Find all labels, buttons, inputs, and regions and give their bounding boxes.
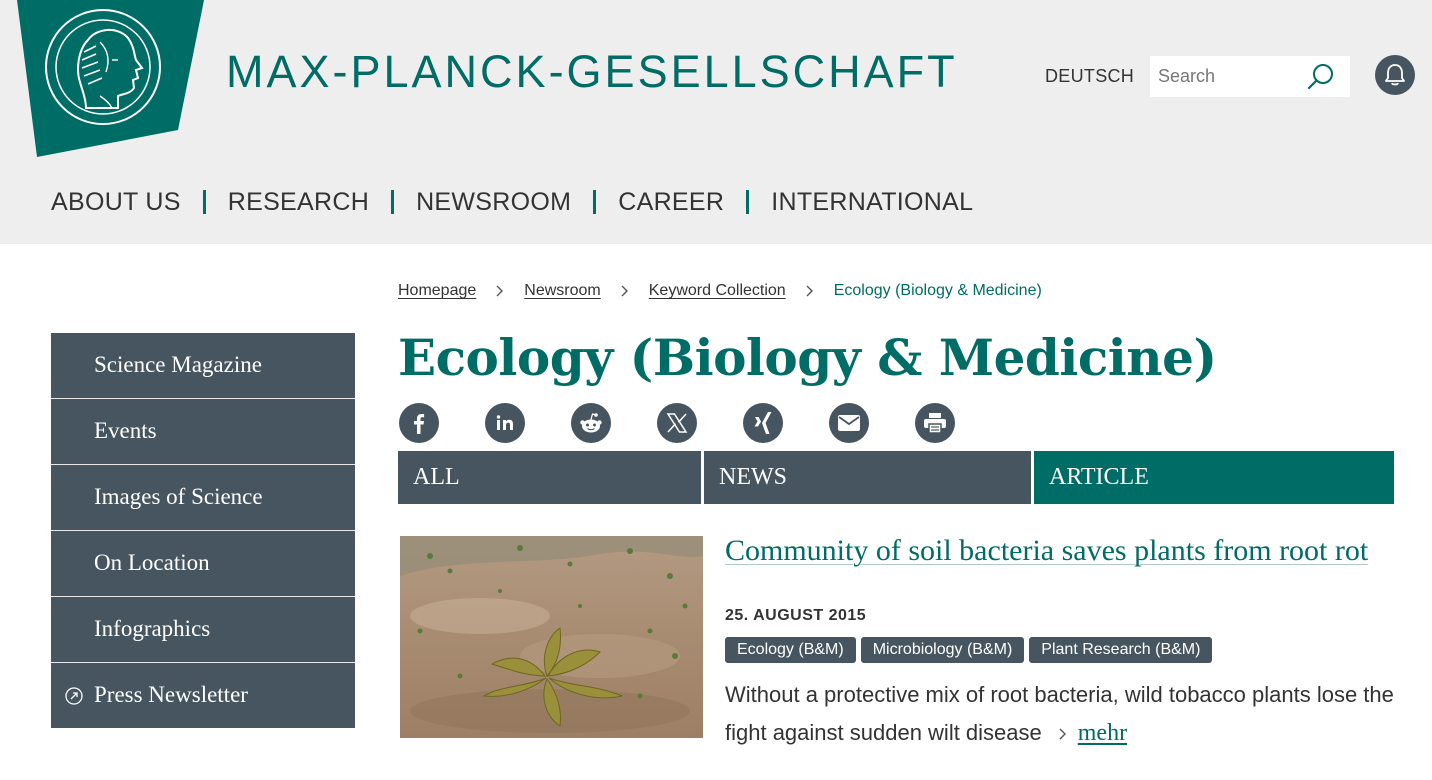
sidebar-menu: Science Magazine Events Images of Scienc… [51,333,355,728]
article-date: 25. AUGUST 2015 [725,607,867,624]
tag-plant-research[interactable]: Plant Research (B&M) [1029,637,1213,663]
email-icon[interactable] [829,403,869,443]
search-icon[interactable] [1306,62,1336,92]
linkedin-icon[interactable] [485,403,525,443]
article-thumbnail[interactable] [400,536,703,738]
nav-item-about-us[interactable]: ABOUT US [51,188,181,217]
breadcrumb-current: Ecology (Biology & Medicine) [833,282,1042,299]
sidebar-item-label: Science Magazine [94,352,262,377]
nav-item-research[interactable]: RESEARCH [228,188,369,217]
bell-icon [1385,64,1405,86]
notification-bell-button[interactable] [1375,55,1415,95]
article-tags: Ecology (B&M) Microbiology (B&M) Plant R… [725,637,1213,663]
nav-item-newsroom[interactable]: NEWSROOM [416,188,571,217]
tab-article[interactable]: ARTICLE [1034,451,1394,504]
nav-item-international[interactable]: INTERNATIONAL [771,188,973,217]
tab-all[interactable]: ALL [398,451,701,504]
sidebar-item-label: Events [94,418,157,443]
search-box [1150,56,1350,97]
chevron-right-icon [496,285,504,297]
external-link-icon [65,687,83,705]
site-header: MAX-PLANCK-GESELLSCHAFT DEUTSCH ABOUT US… [0,0,1432,244]
site-title[interactable]: MAX-PLANCK-GESELLSCHAFT [226,46,958,98]
breadcrumb-homepage[interactable]: Homepage [398,282,476,300]
print-icon[interactable] [915,403,955,443]
chevron-right-icon [806,285,813,297]
facebook-icon[interactable] [399,403,439,443]
breadcrumb-keyword-collection[interactable]: Keyword Collection [649,282,786,300]
nav-item-career[interactable]: CAREER [618,188,724,217]
tab-news[interactable]: NEWS [704,451,1031,504]
read-more-link[interactable]: mehr [1078,720,1127,746]
sidebar-item-label: Infographics [94,616,211,641]
share-bar [399,403,955,443]
chevron-right-icon [621,285,628,297]
breadcrumb: Homepage Newsroom Keyword Collection Eco… [398,281,1042,301]
tag-ecology[interactable]: Ecology (B&M) [725,637,856,663]
main-navigation: ABOUT US RESEARCH NEWSROOM CAREER INTERN… [51,186,973,218]
tag-microbiology[interactable]: Microbiology (B&M) [860,637,1025,663]
sidebar-item-press-newsletter[interactable]: Press Newsletter [51,663,355,728]
article-title-link[interactable]: Community of soil bacteria saves plants … [725,534,1405,567]
content-filter-tabs: ALL NEWS ARTICLE [398,451,1394,504]
xing-icon[interactable] [743,403,783,443]
breadcrumb-newsroom[interactable]: Newsroom [524,282,600,300]
sidebar-item-science-magazine[interactable]: Science Magazine [51,333,355,399]
language-switch-link[interactable]: DEUTSCH [1045,66,1134,87]
sidebar-item-images-of-science[interactable]: Images of Science [51,465,355,531]
mpg-logo[interactable] [0,0,210,160]
nav-divider [391,190,395,214]
reddit-icon[interactable] [571,403,611,443]
x-icon[interactable] [657,403,697,443]
article-teaser: Without a protective mix of root bacteri… [725,676,1415,752]
sidebar-item-label: Images of Science [94,484,263,509]
nav-divider [593,190,597,214]
sidebar-item-events[interactable]: Events [51,399,355,465]
sidebar-item-on-location[interactable]: On Location [51,531,355,597]
nav-divider [746,190,750,214]
nav-divider [202,190,206,214]
page-title: Ecology (Biology & Medicine) [398,328,1217,387]
sidebar-item-infographics[interactable]: Infographics [51,597,355,663]
search-input[interactable] [1150,56,1300,97]
sidebar-item-label: On Location [94,550,210,575]
chevron-right-icon [1059,728,1066,740]
sidebar-item-label: Press Newsletter [94,682,248,707]
